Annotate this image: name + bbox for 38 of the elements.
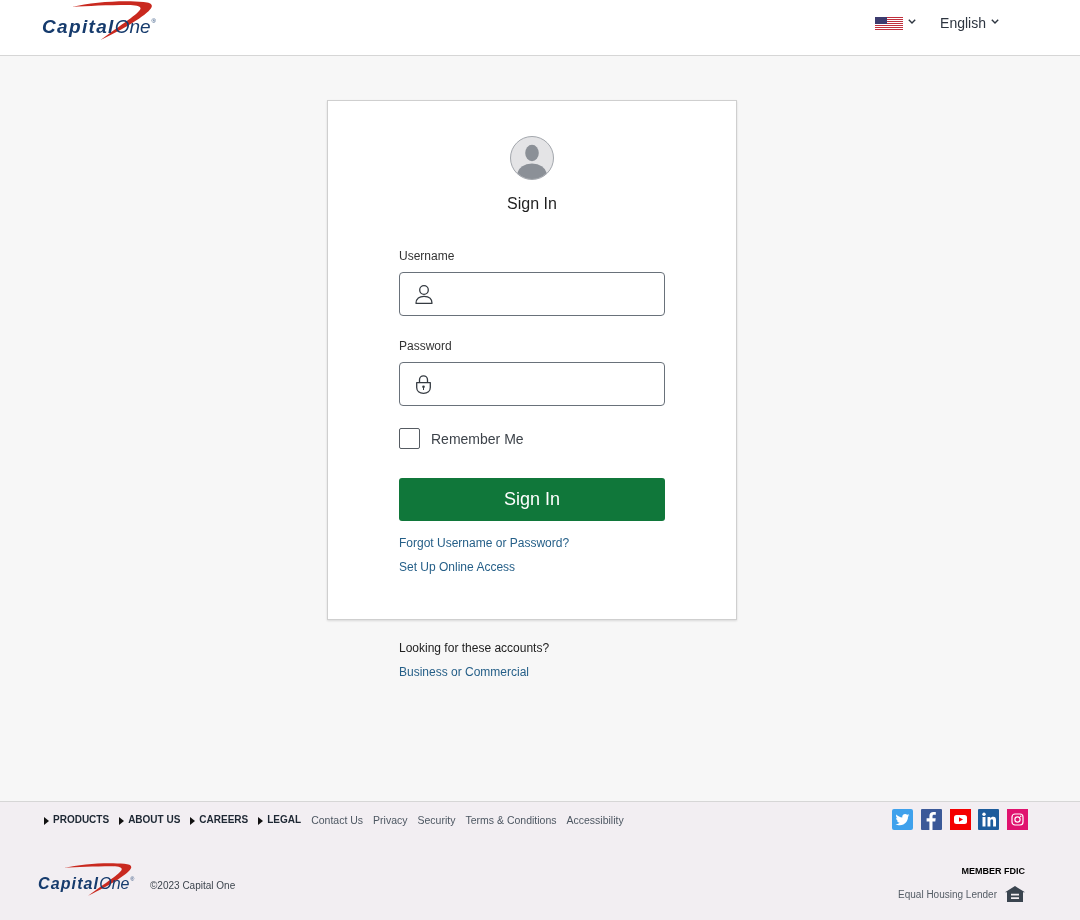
- letter-f-icon[interactable]: [920, 809, 942, 830]
- footer-menu-link[interactable]: PRODUCTS: [44, 814, 110, 825]
- footer-link[interactable]: Accessibility: [566, 813, 624, 826]
- footer-menu-link[interactable]: ABOUT US: [119, 814, 181, 825]
- housing-lender-text: Equal Housing Lender: [898, 888, 997, 900]
- field-label: Password: [399, 338, 452, 354]
- copyright-text: ©2023 Capital One: [150, 880, 236, 892]
- fdic-text: MEMBER FDIC: [961, 865, 1025, 877]
- language-dropdown[interactable]: English: [940, 15, 999, 31]
- footer-link[interactable]: Security: [417, 813, 456, 826]
- letters-in-icon[interactable]: [978, 809, 1000, 830]
- footer-link[interactable]: Contact Us: [311, 813, 364, 826]
- password-field[interactable]: [399, 362, 665, 406]
- play-button-icon[interactable]: [949, 809, 971, 830]
- person-icon: [415, 284, 433, 304]
- avatar-icon: [510, 136, 554, 180]
- business-link[interactable]: Business or Commercial: [399, 664, 530, 680]
- country-dropdown[interactable]: [875, 16, 917, 30]
- accounts-prompt: Looking for these accounts?: [399, 640, 550, 656]
- sign-in-title: Sign In: [507, 194, 557, 214]
- field-label: Username: [399, 248, 455, 264]
- house-icon: [1005, 886, 1025, 902]
- camera-icon[interactable]: [1007, 809, 1028, 830]
- footer-menu-link[interactable]: LEGAL: [258, 814, 302, 825]
- remember-me-checkbox[interactable]: [399, 428, 420, 449]
- help-link[interactable]: Forgot Username or Password?: [399, 535, 570, 551]
- sign-in-button[interactable]: Sign In: [399, 478, 665, 521]
- footer-menu-link[interactable]: CAREERS: [190, 814, 249, 825]
- username-field[interactable]: [399, 272, 665, 316]
- footer-link[interactable]: Terms & Conditions: [465, 813, 557, 826]
- bird-icon[interactable]: [892, 809, 914, 830]
- remember-me-label[interactable]: Remember Me: [431, 430, 524, 447]
- footer-link[interactable]: Privacy: [373, 813, 408, 826]
- flag-icon: [875, 16, 904, 30]
- help-link[interactable]: Set Up Online Access: [399, 559, 516, 575]
- padlock-icon: [415, 374, 432, 394]
- chevron-down-icon: [908, 18, 917, 24]
- chevron-down-icon: [991, 18, 999, 24]
